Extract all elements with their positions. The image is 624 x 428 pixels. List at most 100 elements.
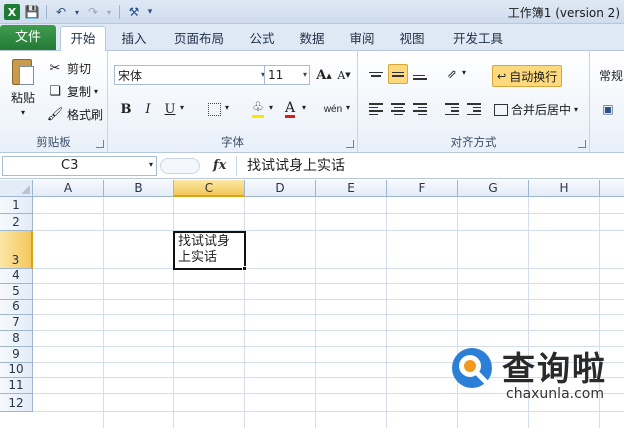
formula-input[interactable]: 找试试身上实话 [236, 156, 622, 176]
column-header[interactable]: E [316, 180, 387, 197]
column-header[interactable] [600, 180, 624, 197]
name-box-dropdown-icon[interactable]: ▾ [149, 160, 153, 169]
tab-insert[interactable]: 插入 [112, 28, 156, 51]
cut-label: 剪切 [67, 61, 92, 76]
row-header[interactable]: 11 [0, 378, 33, 394]
decrease-indent-button[interactable] [442, 99, 462, 119]
font-name-select[interactable]: 宋体 ▾ [114, 65, 268, 85]
borders-dropdown-icon[interactable]: ▾ [225, 103, 229, 112]
paste-dropdown-icon[interactable]: ▾ [21, 108, 25, 117]
borders-button[interactable] [204, 99, 224, 119]
font-color-dropdown-icon[interactable]: ▾ [302, 103, 306, 112]
italic-button[interactable]: I [138, 99, 158, 119]
font-size-dropdown-icon: ▾ [302, 70, 307, 79]
fill-handle[interactable] [242, 266, 247, 271]
align-center-button[interactable] [388, 99, 408, 119]
row-header[interactable]: 6 [0, 299, 33, 315]
shrink-font-label: A [337, 68, 346, 82]
redo-icon[interactable]: ↷ [85, 4, 101, 20]
phonetic-button[interactable]: wén [320, 99, 346, 119]
orientation-button[interactable]: ⇗ [442, 64, 462, 84]
ribbon: 粘贴 ▾ ✂ 剪切 ❏ 复制 ▾ 🖌 格式刷 剪贴板 宋体 ▾ 11 ▾ A ▲ … [0, 51, 624, 153]
row-header[interactable]: 12 [0, 394, 33, 412]
currency-format-button[interactable]: ▣ [598, 99, 618, 119]
excel-icon[interactable]: X [4, 4, 20, 20]
phonetic-dropdown-icon[interactable]: ▾ [346, 103, 350, 112]
cut-button[interactable]: ✂ 剪切 [46, 59, 91, 77]
number-format-select[interactable]: 常规 [596, 65, 624, 85]
tab-home[interactable]: 开始 [60, 26, 106, 51]
font-size-value: 11 [268, 68, 284, 82]
bold-button[interactable]: B [116, 99, 136, 119]
merge-dropdown-icon[interactable]: ▾ [574, 105, 578, 114]
row-header[interactable]: 5 [0, 284, 33, 300]
align-left-button[interactable] [366, 99, 386, 119]
column-header[interactable]: H [529, 180, 600, 197]
select-all-corner[interactable] [0, 180, 33, 197]
alignment-launcher-icon[interactable] [578, 140, 586, 148]
tab-page-layout[interactable]: 页面布局 [163, 28, 235, 51]
tab-data[interactable]: 数据 [290, 28, 334, 51]
increase-indent-button[interactable] [464, 99, 484, 119]
clipboard-launcher-icon[interactable] [96, 140, 104, 148]
font-name-value: 宋体 [118, 68, 143, 83]
gridline [33, 230, 624, 231]
grow-font-button[interactable]: A ▲ [314, 65, 334, 85]
column-header[interactable]: D [245, 180, 316, 197]
column-header-selected[interactable]: C [174, 180, 245, 197]
font-color-button[interactable]: A [280, 99, 300, 119]
row-header[interactable]: 4 [0, 268, 33, 284]
tab-review[interactable]: 审阅 [340, 28, 384, 51]
align-right-button[interactable] [410, 99, 430, 119]
fill-color-dropdown-icon[interactable]: ▾ [269, 103, 273, 112]
save-icon[interactable]: 💾 [24, 4, 40, 20]
row-header[interactable]: 8 [0, 331, 33, 347]
clipboard-group-label: 剪贴板 [36, 135, 71, 149]
row-header[interactable]: 2 [0, 214, 33, 231]
paste-button[interactable]: 粘贴 ▾ [6, 57, 40, 117]
orientation-dropdown-icon[interactable]: ▾ [462, 68, 466, 77]
row-header[interactable]: 7 [0, 315, 33, 331]
undo-icon[interactable]: ↶ [53, 4, 69, 20]
customize-icon[interactable]: ⚒ [126, 4, 142, 20]
column-header[interactable]: G [458, 180, 529, 197]
formula-bar-resizer[interactable] [160, 158, 200, 174]
underline-button[interactable]: U [160, 99, 180, 119]
qat-more-icon[interactable]: ▾ [146, 4, 154, 20]
fill-color-button[interactable]: ♧ [248, 99, 268, 119]
column-header[interactable]: A [33, 180, 104, 197]
align-top-button[interactable] [366, 64, 386, 84]
align-bottom-button[interactable] [410, 64, 430, 84]
row-header-selected[interactable]: 3 [0, 231, 33, 269]
title-bar: X 💾 ↶ ▾ ↷ ▾ ⚒ ▾ 工作簿1 (version 2) [0, 0, 624, 24]
row-header[interactable]: 1 [0, 197, 33, 214]
active-cell-c3[interactable]: 找试试身 上实话 [173, 231, 246, 270]
tab-file[interactable]: 文件 [0, 25, 56, 50]
merge-center-button[interactable]: 合并后居中 ▾ [494, 101, 578, 118]
copy-dropdown-icon[interactable]: ▾ [94, 87, 98, 96]
font-size-select[interactable]: 11 ▾ [264, 65, 310, 85]
cell-text-line: 上实话 [178, 250, 218, 265]
name-box-value: C3 [61, 158, 79, 173]
insert-function-icon[interactable]: fx [213, 158, 226, 173]
undo-dropdown-icon[interactable]: ▾ [73, 4, 81, 20]
row-header[interactable]: 9 [0, 347, 33, 363]
underline-dropdown-icon[interactable]: ▾ [180, 103, 184, 112]
shrink-font-button[interactable]: A ▼ [334, 65, 354, 85]
tab-formulas[interactable]: 公式 [240, 28, 284, 51]
name-box[interactable]: C3 ▾ [2, 156, 157, 176]
align-middle-button[interactable] [388, 64, 408, 84]
font-launcher-icon[interactable] [346, 140, 354, 148]
column-header[interactable]: B [104, 180, 174, 197]
redo-dropdown-icon[interactable]: ▾ [105, 4, 113, 20]
wrap-text-button[interactable]: ↩ 自动换行 [492, 65, 563, 87]
row-header[interactable]: 10 [0, 362, 33, 378]
qat-separator [46, 5, 47, 19]
copy-button[interactable]: ❏ 复制 ▾ [46, 82, 98, 100]
clipboard-group: 粘贴 ▾ ✂ 剪切 ❏ 复制 ▾ 🖌 格式刷 剪贴板 [0, 51, 108, 153]
column-header[interactable]: F [387, 180, 458, 197]
tab-developer[interactable]: 开发工具 [444, 28, 512, 51]
tab-view[interactable]: 视图 [390, 28, 434, 51]
number-group: 常规 ▣ [590, 51, 624, 153]
format-painter-button[interactable]: 🖌 格式刷 [46, 105, 103, 123]
